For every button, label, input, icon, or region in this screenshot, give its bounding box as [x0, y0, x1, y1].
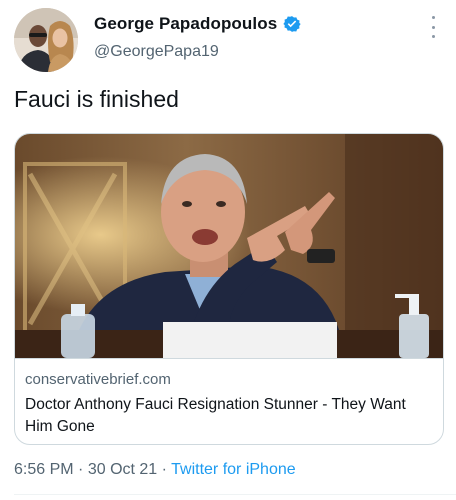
- divider: [14, 494, 456, 495]
- link-card-meta[interactable]: conservativebrief.com Doctor Anthony Fau…: [15, 358, 443, 444]
- verified-badge-icon: [283, 15, 301, 33]
- tweet-source-link[interactable]: Twitter for iPhone: [171, 461, 296, 478]
- link-card-image[interactable]: [15, 134, 443, 358]
- link-card-title: Doctor Anthony Fauci Resignation Stunner…: [25, 396, 406, 435]
- avatar[interactable]: [14, 8, 78, 72]
- tweet-text: Fauci is finished: [14, 86, 179, 112]
- tweet-time[interactable]: 6:56 PM: [14, 461, 74, 478]
- tweet-date[interactable]: 30 Oct 21: [88, 461, 157, 478]
- tweet: George Papadopoulos @GeorgePapa19 Fauci …: [0, 0, 456, 500]
- footer-separator: ·: [78, 461, 84, 478]
- footer-separator-2: ·: [161, 461, 167, 478]
- author-name-row[interactable]: George Papadopoulos: [94, 14, 301, 34]
- avatar-photo: [14, 8, 78, 72]
- more-options-icon[interactable]: [424, 16, 442, 38]
- display-name[interactable]: George Papadopoulos: [94, 14, 277, 34]
- link-card[interactable]: conservativebrief.com Doctor Anthony Fau…: [14, 133, 444, 445]
- tweet-footer: 6:56 PM · 30 Oct 21 · Twitter for iPhone: [14, 461, 296, 479]
- link-card-domain: conservativebrief.com: [25, 371, 171, 388]
- author-handle[interactable]: @GeorgePapa19: [94, 43, 219, 61]
